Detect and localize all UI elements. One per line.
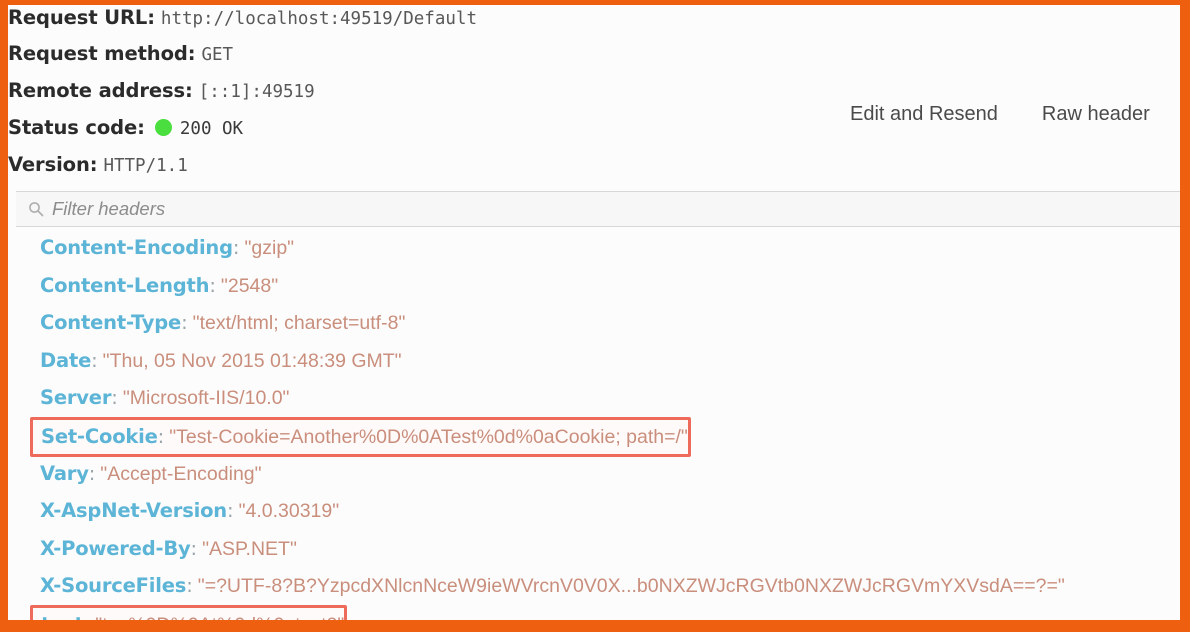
header-value: "tes%0D%0At%0d%0atest2" [90,614,344,620]
request-url-value: http://localhost:49519/Default [160,9,477,29]
status-code-label: Status code: [8,116,145,139]
header-entry[interactable]: Set-Cookie: "Test-Cookie=Another%0D%0ATes… [30,416,691,457]
filter-bar[interactable] [16,191,1180,227]
filter-headers-input[interactable] [52,198,1180,220]
header-entry[interactable]: Content-Encoding: "gzip" [8,229,1180,267]
header-name: X-SourceFiles [40,574,187,598]
remote-address-label: Remote address: [8,79,193,102]
headers-list: Content-Encoding: "gzip" Content-Length: "2… [8,229,1180,620]
summary-row-request-url: Request URL: http://localhost:49519/Defau… [8,5,477,31]
summary-row-remote-address: Remote address: [::1]:49519 [8,78,315,104]
header-entry[interactable]: X-AspNet-Version: "4.0.30319" [8,492,1180,530]
request-method-value: GET [201,45,234,65]
summary-row-version: Version: HTTP/1.1 [8,152,188,178]
header-value: "Microsoft-IIS/10.0" [122,387,290,410]
header-value: "=?UTF-8?B?YzpcdXNlcnNceW9ieWVrcnV0V0X..… [197,575,1065,598]
header-value: "gzip" [244,237,295,259]
summary-row-request-method: Request method: GET [8,41,233,67]
header-colon: : [226,499,234,523]
header-name: Set-Cookie [41,424,158,448]
remote-address-value: [::1]:49519 [198,82,315,102]
header-colon: : [111,386,118,410]
header-value: "text/html; charset=utf-8" [192,312,406,335]
header-entry[interactable]: Date: "Thu, 05 Nov 2015 01:48:39 GMT" [8,342,1180,380]
header-colon: : [186,574,193,598]
status-indicator-icon [154,119,172,136]
header-name: Content-Encoding [40,236,233,259]
edit-and-resend-button[interactable]: Edit and Resend [848,101,1000,128]
request-method-label: Request method: [8,42,196,65]
header-entry[interactable]: Content-Type: "text/html; charset=utf-8" [8,304,1180,342]
raw-header-button[interactable]: Raw header [1040,101,1152,128]
version-label: Version: [8,153,98,176]
header-entry[interactable]: Vary: "Accept-Encoding" [8,455,1180,493]
header-name: Vary [40,461,89,485]
header-name: Content-Type [40,311,182,335]
header-colon: : [181,311,188,335]
header-colon: : [91,348,98,372]
search-icon [28,201,44,217]
network-headers-panel: Request URL: http://localhost:49519/Defau… [8,5,1180,620]
header-value: "Thu, 05 Nov 2015 01:48:39 GMT" [102,349,402,372]
header-colon: : [209,273,216,297]
header-entry[interactable]: X-SourceFiles: "=?UTF-8?B?YzpcdXNlcnNceW9… [8,567,1180,605]
request-summary: Request URL: http://localhost:49519/Defau… [8,5,1180,187]
header-entry[interactable]: Server: "Microsoft-IIS/10.0" [8,379,1180,417]
header-value: "Accept-Encoding" [100,462,262,485]
status-code-value: 200 OK [179,119,244,139]
summary-row-status-code: Status code: 200 OK [8,115,243,141]
header-entry[interactable]: X-Powered-By: "ASP.NET" [8,530,1180,568]
header-value: "2548" [220,274,279,297]
header-value: "Test-Cookie=Another%0D%0ATest%0d%0aCook… [169,425,688,448]
summary-actions: Edit and Resend Raw header [848,101,1152,128]
header-name: Date [40,348,92,372]
header-name: X-AspNet-Version [40,499,227,523]
header-row[interactable]: Set-Cookie: "Test-Cookie=Another%0D%0ATes… [8,416,1180,457]
header-name: Content-Length [40,273,210,297]
header-entry[interactable]: Content-Length: "2548" [8,267,1180,305]
header-name: test [41,613,84,620]
header-value: "4.0.30319" [238,500,340,523]
header-row[interactable]: test:"tes%0D%0At%0d%0atest2" [8,604,1180,620]
header-name: Server [40,386,112,410]
header-value: "ASP.NET" [202,537,297,560]
header-entry[interactable]: test:"tes%0D%0At%0d%0atest2" [30,604,348,620]
header-name: X-Powered-By [40,536,191,560]
request-url-label: Request URL: [8,6,155,29]
version-value: HTTP/1.1 [103,156,188,176]
